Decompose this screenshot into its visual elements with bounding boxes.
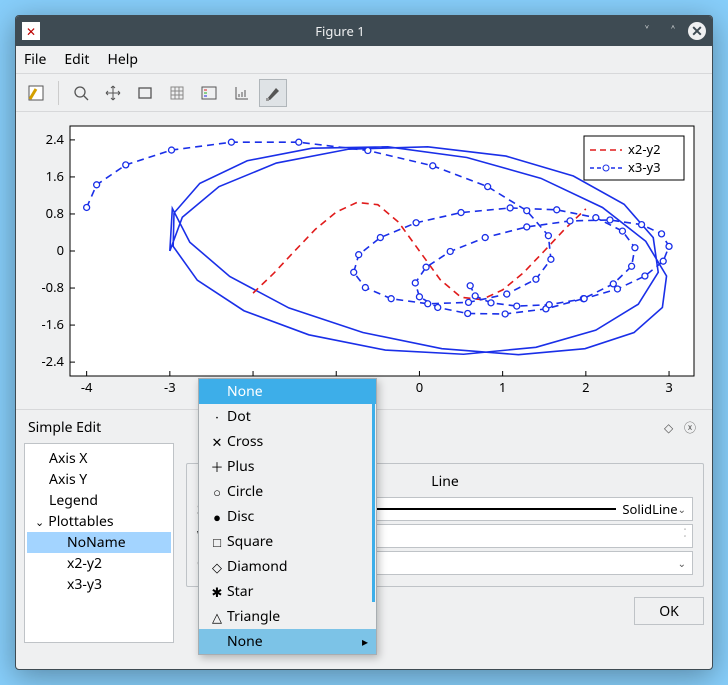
marker-label: Circle [227, 482, 263, 501]
marker-option-star[interactable]: ✱Star [199, 579, 376, 604]
marker-label: Cross [227, 432, 263, 451]
marker-label: Triangle [227, 607, 280, 626]
marker-label: Disc [227, 507, 254, 526]
marker-label: Dot [227, 407, 251, 426]
marker-glyph: □ [207, 533, 227, 551]
plottable-tree[interactable]: Axis X Axis Y Legend Plottables NoName x… [24, 443, 174, 643]
tree-noname[interactable]: NoName [27, 532, 171, 553]
marker-option-disc[interactable]: ●Disc [199, 504, 376, 529]
marker-label: None [227, 382, 263, 401]
marker-glyph: ＋ [207, 457, 227, 476]
marker-option-dot[interactable]: ·Dot [199, 404, 376, 429]
marker-label: Plus [227, 457, 254, 476]
simple-edit-title: Simple Edit [28, 418, 101, 437]
plot-area[interactable]: -4-3-2-10123-2.4-1.6-0.800.81.62.4x2-y2x… [16, 112, 712, 410]
window-title: Figure 1 [48, 22, 632, 40]
tree-x2y2[interactable]: x2-y2 [27, 553, 171, 574]
marker-option-none[interactable]: None [199, 379, 376, 404]
tree-plottables[interactable]: Plottables [27, 511, 171, 532]
titlebar[interactable]: ✕ Figure 1 ˅ ˄ ✕ [16, 16, 712, 46]
svg-text:-1.6: -1.6 [41, 315, 64, 333]
detach-icon[interactable]: ◇ [664, 419, 680, 436]
svg-text:-2.4: -2.4 [41, 352, 64, 370]
toolbar-separator [58, 81, 59, 105]
toolbar [16, 74, 712, 112]
tree-axis-x[interactable]: Axis X [27, 448, 171, 469]
tool-rect-icon[interactable] [131, 79, 159, 107]
marker-menu[interactable]: None·Dot✕Cross＋Plus○Circle●Disc□Square◇D… [198, 378, 377, 655]
svg-text:3: 3 [665, 378, 672, 396]
tree-x3y3[interactable]: x3-y3 [27, 574, 171, 595]
svg-text:1: 1 [499, 378, 506, 396]
svg-text:0.8: 0.8 [46, 204, 64, 222]
svg-text:2: 2 [582, 378, 589, 396]
svg-text:-3: -3 [164, 378, 176, 396]
marker-option-diamond[interactable]: ◇Diamond [199, 554, 376, 579]
menubar: File Edit Help [16, 46, 712, 74]
style-value: SolidLine [622, 500, 677, 518]
marker-glyph: ✱ [207, 583, 227, 601]
menu-file[interactable]: File [24, 50, 46, 69]
svg-text:-4: -4 [81, 378, 93, 396]
svg-text:1.6: 1.6 [46, 167, 64, 185]
menu-help[interactable]: Help [107, 50, 138, 69]
minimize-button[interactable]: ˅ [636, 20, 658, 42]
marker-option-plus[interactable]: ＋Plus [199, 454, 376, 479]
tool-legend-icon[interactable] [195, 79, 223, 107]
marker-option-cross[interactable]: ✕Cross [199, 429, 376, 454]
close-panel-icon[interactable]: ⓧ [684, 419, 700, 436]
svg-text:0: 0 [416, 378, 423, 396]
svg-text:x3-y3: x3-y3 [628, 158, 661, 176]
cursor-icon: ▸ [362, 633, 368, 650]
marker-glyph: · [207, 408, 227, 426]
close-button[interactable]: ✕ [688, 22, 706, 40]
marker-glyph: ✕ [207, 433, 227, 451]
marker-option-square[interactable]: □Square [199, 529, 376, 554]
tool-axes-icon[interactable] [227, 79, 255, 107]
maximize-button[interactable]: ˄ [662, 20, 684, 42]
svg-text:0: 0 [57, 241, 64, 259]
tool-annotate-icon[interactable] [259, 79, 287, 107]
ok-button[interactable]: OK [634, 597, 704, 625]
svg-text:2.4: 2.4 [46, 130, 65, 148]
tree-legend[interactable]: Legend [27, 490, 171, 511]
marker-label: Diamond [227, 557, 288, 576]
svg-text:-0.8: -0.8 [41, 278, 64, 296]
tool-grid-icon[interactable] [163, 79, 191, 107]
tool-script-icon[interactable] [22, 79, 50, 107]
marker-glyph: ● [207, 508, 227, 526]
chart-canvas: -4-3-2-10123-2.4-1.6-0.800.81.62.4x2-y2x… [22, 118, 702, 404]
app-icon: ✕ [22, 22, 40, 40]
tool-zoom-icon[interactable] [67, 79, 95, 107]
marker-label: Square [227, 532, 273, 551]
marker-menu-current[interactable]: None▸ [199, 629, 376, 654]
marker-glyph: △ [207, 608, 227, 626]
marker-label: Star [227, 582, 253, 601]
marker-glyph: ○ [207, 483, 227, 501]
svg-text:x2-y2: x2-y2 [628, 140, 661, 158]
menu-edit[interactable]: Edit [64, 50, 89, 69]
marker-option-circle[interactable]: ○Circle [199, 479, 376, 504]
marker-option-triangle[interactable]: △Triangle [199, 604, 376, 629]
tree-axis-y[interactable]: Axis Y [27, 469, 171, 490]
marker-glyph: ◇ [207, 558, 227, 576]
tool-pan-icon[interactable] [99, 79, 127, 107]
menu-scrollbar[interactable] [372, 380, 375, 602]
